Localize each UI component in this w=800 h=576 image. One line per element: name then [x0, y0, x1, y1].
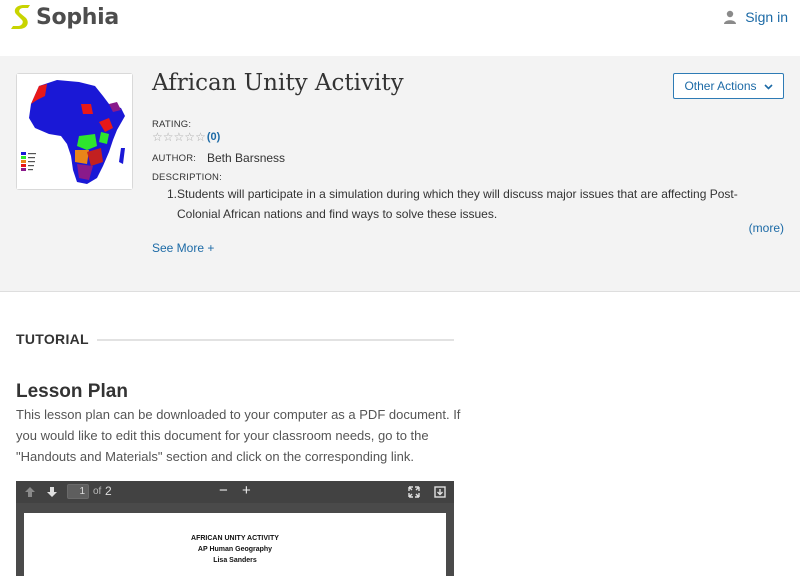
sign-in-label: Sign in	[745, 9, 788, 25]
star-icon[interactable]: ☆	[174, 131, 185, 143]
resource-thumbnail[interactable]	[16, 73, 133, 190]
africa-map-image	[17, 74, 132, 189]
rating-label: RATING:	[152, 119, 192, 130]
see-more-link[interactable]: See More +	[152, 241, 214, 255]
resource-title: African Unity Activity	[152, 70, 404, 96]
zoom-out-button[interactable]: −	[219, 483, 228, 499]
logo-text: Sophia	[36, 4, 119, 30]
description-text: 1. Students will participate in a simula…	[167, 184, 767, 224]
sign-in-link[interactable]: Sign in	[723, 9, 788, 25]
star-icon[interactable]: ☆	[195, 131, 206, 143]
star-icon[interactable]: ☆	[152, 131, 163, 143]
page-number-input[interactable]: 1	[67, 484, 89, 499]
page-of-label: of	[93, 486, 102, 497]
pdf-page: AFRICAN UNITY ACTIVITY AP Human Geograph…	[24, 513, 446, 576]
sophia-logo-icon	[11, 5, 30, 29]
description-number: 1.	[167, 187, 178, 201]
other-actions-label: Other Actions	[684, 79, 757, 93]
arrow-up-icon[interactable]	[23, 485, 37, 499]
site-header: Sophia Sign in	[0, 0, 800, 56]
sophia-logo[interactable]: Sophia	[10, 3, 119, 31]
download-icon[interactable]	[433, 485, 447, 499]
other-actions-button[interactable]: Other Actions	[673, 73, 784, 99]
section-divider	[97, 339, 454, 341]
pdf-viewer: 1 of 2 − + AFRICAN UNITY ACTIVITY AP Hum…	[16, 481, 454, 576]
fullscreen-icon[interactable]	[407, 485, 421, 499]
lesson-title: Lesson Plan	[16, 381, 128, 402]
description-body: Students will participate in a simulatio…	[177, 187, 738, 221]
doc-subtitle: AP Human Geography	[197, 546, 273, 553]
more-link[interactable]: (more)	[749, 221, 784, 235]
description-label: DESCRIPTION:	[152, 172, 222, 183]
section-label: TUTORIAL	[16, 331, 89, 347]
star-icon[interactable]: ☆	[184, 131, 195, 143]
author-label: AUTHOR:	[152, 153, 197, 164]
chevron-down-icon	[763, 83, 773, 90]
user-icon	[724, 10, 737, 24]
resource-summary: African Unity Activity Other Actions RAT…	[0, 56, 800, 292]
doc-author: Lisa Sanders	[213, 557, 257, 564]
star-icon[interactable]: ☆	[163, 131, 174, 143]
lesson-description: This lesson plan can be downloaded to yo…	[16, 407, 461, 464]
page-total: 2	[105, 484, 112, 498]
author-name: Beth Barsness	[207, 151, 286, 165]
zoom-in-button[interactable]: +	[242, 483, 251, 499]
rating-count[interactable]: (0)	[207, 131, 220, 143]
rating-stars[interactable]: ☆ ☆ ☆ ☆ ☆ (0)	[152, 131, 220, 143]
pdf-toolbar: 1 of 2 − +	[16, 481, 454, 503]
doc-title: AFRICAN UNITY ACTIVITY	[191, 535, 279, 542]
arrow-down-icon[interactable]	[45, 485, 59, 499]
